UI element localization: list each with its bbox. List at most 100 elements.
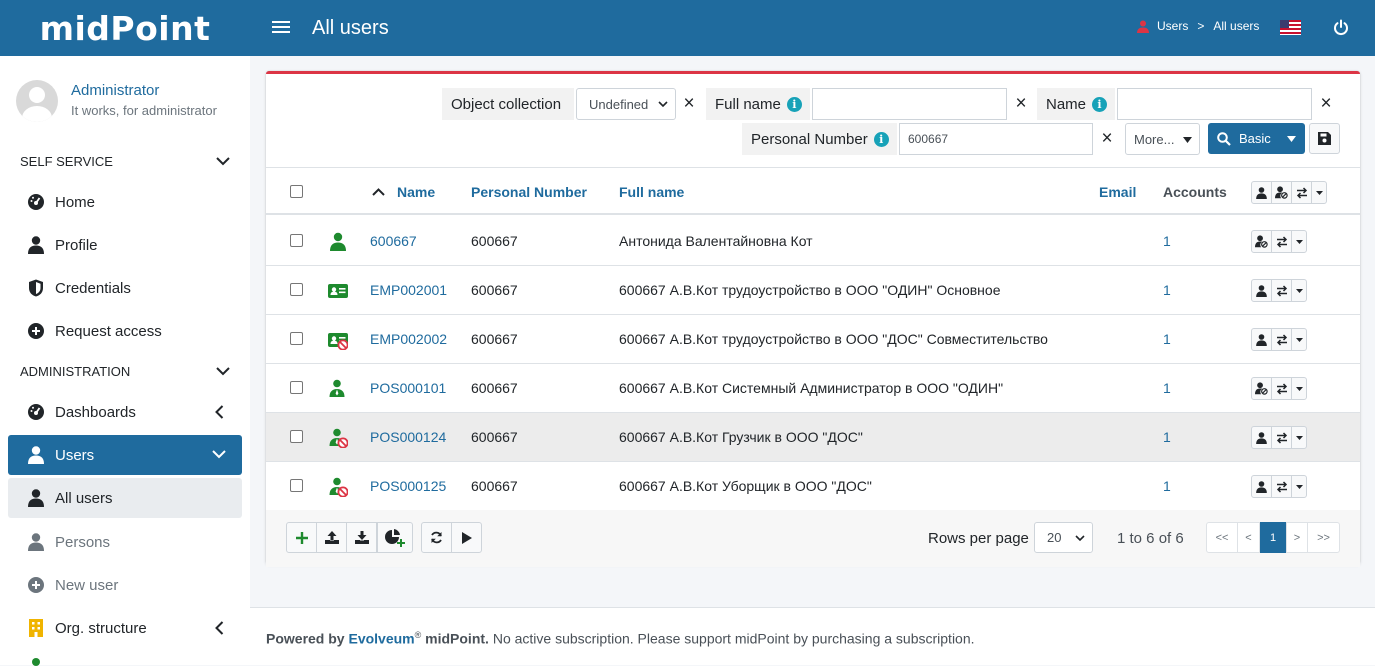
sidebar-item-home[interactable]: Home: [8, 182, 242, 222]
table-row[interactable]: POS000125 600667 600667 А.В.Кот Уборщик в …: [266, 462, 1360, 511]
table-row[interactable]: POS000101 600667 600667 А.В.Кот Системный …: [266, 364, 1360, 413]
breadcrumb-all-users[interactable]: All users: [1213, 19, 1259, 33]
enable-icon[interactable]: [1252, 182, 1272, 203]
reconcile-icon[interactable]: [1292, 182, 1312, 203]
reconcile-icon[interactable]: [1272, 476, 1292, 497]
sidebar-item-profile[interactable]: Profile: [8, 225, 242, 265]
sidebar-toggle-icon[interactable]: [272, 18, 290, 38]
info-icon[interactable]: i: [873, 131, 889, 147]
section-self-service[interactable]: SELF SERVICE: [20, 154, 230, 169]
row-checkbox[interactable]: [290, 381, 303, 394]
more-actions-caret-icon[interactable]: [1312, 182, 1326, 203]
row-checkbox[interactable]: [290, 332, 303, 345]
row-accounts[interactable]: 1: [1163, 282, 1171, 298]
more-actions-caret-icon[interactable]: [1292, 427, 1306, 448]
row-checkbox[interactable]: [290, 479, 303, 492]
reconcile-icon[interactable]: [1272, 280, 1292, 301]
disable-user-icon[interactable]: [1272, 182, 1292, 203]
more-dropdown[interactable]: More...: [1125, 123, 1200, 155]
more-actions-caret-icon[interactable]: [1292, 476, 1306, 497]
row-name-link[interactable]: EMP002002: [370, 331, 447, 347]
info-icon[interactable]: i: [1092, 96, 1108, 112]
row-name-link[interactable]: POS000124: [370, 429, 446, 445]
row-accounts[interactable]: 1: [1163, 429, 1171, 445]
export-button[interactable]: [346, 522, 377, 553]
evolveum-link[interactable]: Evolveum: [348, 631, 414, 647]
first-page-button[interactable]: <<: [1206, 522, 1238, 553]
row-name-link[interactable]: EMP002001: [370, 282, 447, 298]
column-email[interactable]: Email: [1099, 184, 1136, 200]
sidebar-item-credentials[interactable]: Credentials: [8, 268, 242, 308]
sidebar-item-users[interactable]: Users: [8, 435, 242, 475]
row-name-link[interactable]: POS000101: [370, 380, 446, 396]
import-button[interactable]: [316, 522, 347, 553]
info-icon[interactable]: i: [786, 96, 802, 112]
select-all-checkbox[interactable]: [290, 185, 303, 198]
row-accounts[interactable]: 1: [1163, 233, 1171, 249]
midpoint-logo[interactable]: midPoint: [0, 0, 250, 56]
enable-icon[interactable]: [1252, 280, 1272, 301]
power-icon[interactable]: [1333, 19, 1349, 36]
more-actions-caret-icon[interactable]: [1292, 329, 1306, 350]
full-name-input[interactable]: [812, 88, 1007, 120]
prev-page-button[interactable]: <: [1237, 522, 1260, 553]
refresh-button[interactable]: [421, 522, 452, 553]
basic-search-button[interactable]: Basic: [1208, 123, 1305, 154]
column-full-name[interactable]: Full name: [619, 184, 684, 200]
us-flag-icon[interactable]: [1280, 20, 1301, 35]
row-accounts[interactable]: 1: [1163, 478, 1171, 494]
remove-object-collection-icon[interactable]: ×: [680, 94, 698, 113]
sidebar-item-new-user[interactable]: New user: [8, 565, 242, 605]
save-search-button[interactable]: [1309, 123, 1340, 154]
disable-user-icon[interactable]: [1252, 231, 1272, 252]
play-button[interactable]: [451, 522, 482, 553]
remove-full-name-icon[interactable]: ×: [1012, 94, 1030, 113]
sidebar-item-request-access[interactable]: Request access: [8, 311, 242, 351]
page-1-button[interactable]: 1: [1260, 522, 1286, 553]
reconcile-icon[interactable]: [1272, 378, 1292, 399]
reconcile-icon[interactable]: [1272, 329, 1292, 350]
object-collection-select[interactable]: Undefined: [576, 88, 676, 120]
reconcile-icon[interactable]: [1272, 427, 1292, 448]
row-accounts[interactable]: 1: [1163, 380, 1171, 396]
last-page-button[interactable]: >>: [1307, 522, 1340, 553]
table-row[interactable]: EMP002001 600667 600667 А.В.Кот трудоустро…: [266, 266, 1360, 315]
row-actions: [1251, 279, 1307, 302]
table-row[interactable]: 600667 600667 Антонида Валентайновна Кот 1: [266, 217, 1360, 266]
breadcrumb-separator: >: [1197, 19, 1205, 33]
table-row[interactable]: POS000124 600667 600667 А.В.Кот Грузчик в …: [266, 413, 1360, 462]
add-button[interactable]: [286, 522, 317, 553]
more-actions-caret-icon[interactable]: [1292, 280, 1306, 301]
breadcrumb-users[interactable]: Users: [1157, 19, 1188, 33]
row-name-link[interactable]: 600667: [370, 233, 417, 249]
remove-name-icon[interactable]: ×: [1317, 94, 1335, 113]
rows-per-page-select[interactable]: 20: [1034, 522, 1093, 553]
table-row[interactable]: EMP002002 600667 600667 А.В.Кот трудоустро…: [266, 315, 1360, 364]
row-checkbox[interactable]: [290, 283, 303, 296]
name-input[interactable]: [1117, 88, 1312, 120]
disable-user-icon[interactable]: [1252, 378, 1272, 399]
column-name[interactable]: Name: [372, 184, 435, 200]
sidebar-item-persons[interactable]: Persons: [8, 522, 242, 562]
section-administration[interactable]: ADMINISTRATION: [20, 364, 230, 379]
caret-down-icon[interactable]: [1287, 136, 1296, 142]
user-name[interactable]: Administrator: [71, 82, 217, 99]
row-checkbox[interactable]: [290, 234, 303, 247]
column-personal-number[interactable]: Personal Number: [471, 184, 587, 200]
create-report-button[interactable]: [377, 522, 413, 553]
row-name-link[interactable]: POS000125: [370, 478, 446, 494]
sidebar-item-dashboards[interactable]: Dashboards: [8, 392, 242, 432]
row-checkbox[interactable]: [290, 430, 303, 443]
remove-personal-number-icon[interactable]: ×: [1098, 129, 1116, 148]
next-page-button[interactable]: >: [1286, 522, 1308, 553]
row-accounts[interactable]: 1: [1163, 331, 1171, 347]
more-actions-caret-icon[interactable]: [1292, 231, 1306, 252]
enable-icon[interactable]: [1252, 427, 1272, 448]
personal-number-input[interactable]: 600667: [899, 123, 1093, 155]
enable-icon[interactable]: [1252, 329, 1272, 350]
enable-icon[interactable]: [1252, 476, 1272, 497]
more-actions-caret-icon[interactable]: [1292, 378, 1306, 399]
sidebar-item-all-users[interactable]: All users: [8, 478, 242, 518]
sidebar-item-org-structure[interactable]: Org. structure: [8, 608, 242, 648]
reconcile-icon[interactable]: [1272, 231, 1292, 252]
